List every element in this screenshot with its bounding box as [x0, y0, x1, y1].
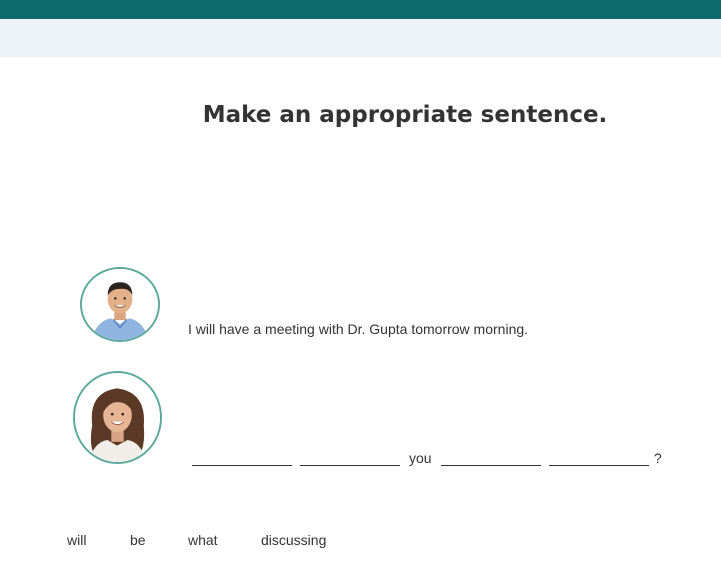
word-chip-be[interactable]: be	[130, 532, 146, 548]
answer-blank-3[interactable]	[441, 465, 541, 466]
woman-avatar-icon	[73, 371, 162, 464]
answer-blank-2[interactable]	[300, 465, 400, 466]
top-header-bar	[0, 0, 721, 19]
question-mark: ?	[654, 450, 662, 466]
fixed-word-you: you	[409, 450, 432, 466]
speaker-1-line: I will have a meeting with Dr. Gupta tom…	[188, 321, 529, 337]
word-chip-what[interactable]: what	[188, 532, 218, 548]
answer-blank-1[interactable]	[192, 465, 292, 466]
man-avatar-icon	[80, 267, 160, 342]
word-chip-will[interactable]: will	[67, 532, 86, 548]
word-chip-discussing[interactable]: discussing	[261, 532, 326, 548]
sub-header-bar	[0, 19, 721, 57]
answer-blank-4[interactable]	[549, 465, 649, 466]
page-title: Make an appropriate sentence.	[202, 102, 608, 128]
